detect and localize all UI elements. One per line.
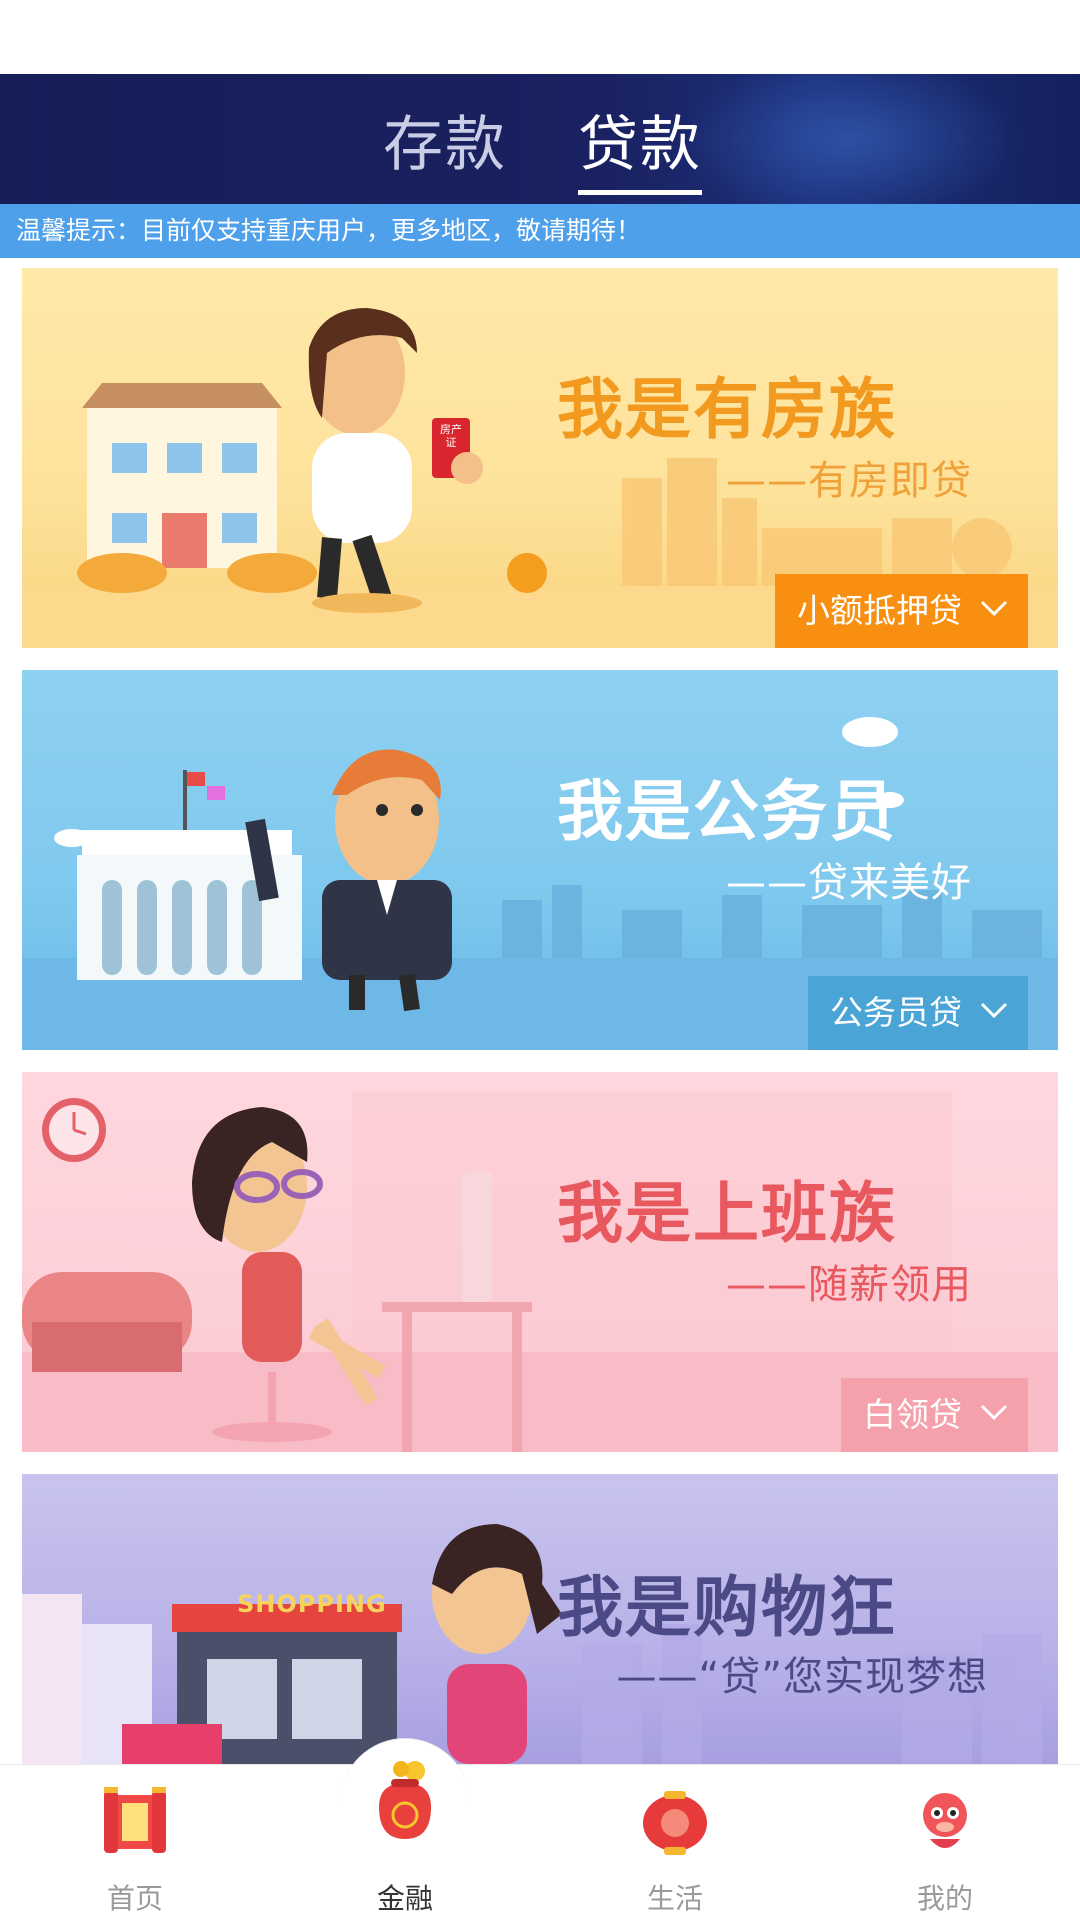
top-header: 存款 贷款 [0,74,1080,204]
tab-deposit[interactable]: 存款 [383,96,507,183]
banner-shopper[interactable]: SHOPPING 我是购物狂 ——“贷”您实现梦想 [22,1474,1058,1764]
header-glow [680,74,1020,204]
tab-label: 金融 [376,1882,433,1915]
cta-label: 公务员贷 [830,993,962,1032]
banner-headline: 我是购物狂 [557,1569,897,1646]
banner-headline: 我是公务员 [557,773,897,850]
cta-label: 白领贷 [863,1395,962,1434]
bottom-tab-bar: 首页 金融 生活 我的 [0,1764,1080,1920]
tab-mine[interactable]: 我的 [810,1765,1080,1921]
finance-tab-bubble[interactable] [340,1738,470,1868]
banner-subline: ——随薪领用 [726,1262,972,1308]
shop-sign: SHOPPING [237,1590,387,1618]
civil-servant-loan-button[interactable]: 公务员贷 [808,976,1028,1050]
banner-civil-servant[interactable]: 我是公务员 ——贷来美好 公务员贷 [22,670,1058,1050]
banner-subline: ——贷来美好 [726,860,972,906]
red-lantern-icon [643,1791,707,1855]
chevron-down-icon [980,1404,1008,1421]
notice-bar: 温馨提示：目前仅支持重庆用户，更多地区，敬请期待！ [0,204,1080,258]
banner-headline: 我是上班族 [557,1175,897,1252]
tab-loan[interactable]: 贷款 [578,96,702,195]
tab-label: 我的 [916,1882,973,1915]
chevron-down-icon [980,1002,1008,1019]
banner-headline: 我是有房族 [557,371,897,448]
banner-homeowner[interactable]: 房产证 我是有房族 ——有房即贷 小额抵押贷 [22,268,1058,648]
cta-label: 小额抵押贷 [797,591,962,630]
shopper-illustration [22,1524,1042,1764]
tab-home[interactable]: 首页 [0,1765,270,1921]
tab-life[interactable]: 生活 [540,1765,810,1921]
tab-label: 生活 [646,1882,703,1915]
tab-label: 首页 [106,1882,163,1915]
mortgage-loan-button[interactable]: 小额抵押贷 [775,574,1028,648]
chevron-down-icon [980,600,1008,617]
banner-subline: ——有房即贷 [726,458,972,504]
money-bag-icon [379,1761,431,1839]
status-bar-area [0,0,1080,74]
lantern-scroll-icon [104,1787,166,1853]
property-certificate-text: 房产证 [440,423,462,449]
banner-office-worker[interactable]: 我是上班族 ——随薪领用 白领贷 [22,1072,1058,1452]
white-collar-loan-button[interactable]: 白领贷 [841,1378,1028,1452]
mascot-icon [923,1793,967,1848]
banner-subline: ——“贷”您实现梦想 [616,1654,988,1700]
